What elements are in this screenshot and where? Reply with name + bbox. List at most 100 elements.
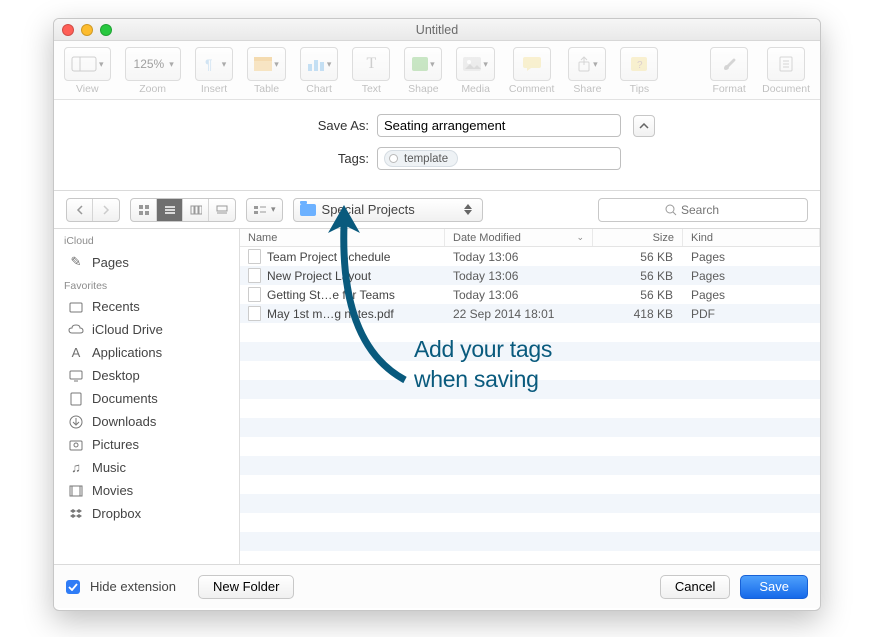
list-view-button[interactable] xyxy=(157,199,183,221)
document-button[interactable] xyxy=(767,47,805,81)
back-button[interactable] xyxy=(67,199,93,221)
comment-button[interactable] xyxy=(513,47,551,81)
view-button[interactable]: ▾ xyxy=(64,47,111,81)
media-button[interactable]: ▾ xyxy=(456,47,495,81)
file-size: 56 KB xyxy=(593,269,683,283)
save-as-label: Save As: xyxy=(219,118,369,133)
table-row xyxy=(240,380,820,399)
file-kind: Pages xyxy=(683,288,820,302)
file-name: Getting St…e for Teams xyxy=(267,288,395,302)
table-button[interactable]: ▾ xyxy=(247,47,286,81)
coverflow-view-button[interactable] xyxy=(209,199,235,221)
folder-popup[interactable]: Special Projects xyxy=(293,198,483,222)
traffic-lights xyxy=(62,24,112,36)
hide-extension-checkbox[interactable] xyxy=(66,580,80,594)
table-row xyxy=(240,551,820,564)
close-window-button[interactable] xyxy=(62,24,74,36)
sidebar-item-applications[interactable]: AApplications xyxy=(54,341,239,364)
search-field[interactable] xyxy=(598,198,808,222)
collapse-button[interactable] xyxy=(633,115,655,137)
tag-pill[interactable]: template xyxy=(384,150,458,167)
col-date[interactable]: Date Modified⌄ xyxy=(445,229,593,246)
save-button[interactable]: Save xyxy=(740,575,808,599)
sidebar-item-desktop[interactable]: Desktop xyxy=(54,364,239,387)
grouping-icon xyxy=(253,205,267,215)
format-button[interactable] xyxy=(710,47,748,81)
table-icon xyxy=(254,57,272,71)
file-size: 56 KB xyxy=(593,250,683,264)
media-label: Media xyxy=(461,83,490,95)
shape-button[interactable]: ▾ xyxy=(404,47,442,81)
zoom-button[interactable]: 125% ▾ xyxy=(125,47,181,81)
location-bar: ▾ Special Projects xyxy=(54,191,820,229)
search-icon xyxy=(665,204,677,216)
new-folder-button[interactable]: New Folder xyxy=(198,575,294,599)
sidebar-item-music[interactable]: ♫Music xyxy=(54,456,239,479)
tags-field[interactable]: template xyxy=(377,147,621,170)
file-kind: Pages xyxy=(683,269,820,283)
recents-icon xyxy=(68,300,84,314)
sidebar-item-pictures[interactable]: Pictures xyxy=(54,433,239,456)
chart-button[interactable]: ▾ xyxy=(300,47,339,81)
sidebar-item-label: Dropbox xyxy=(92,506,141,521)
text-icon: T xyxy=(366,55,376,73)
sidebar-item-label: Movies xyxy=(92,483,133,498)
sidebar-item-label: Recents xyxy=(92,299,140,314)
cancel-button[interactable]: Cancel xyxy=(660,575,730,599)
table-row xyxy=(240,342,820,361)
table-row xyxy=(240,532,820,551)
file-icon xyxy=(248,306,261,321)
icon-view-button[interactable] xyxy=(131,199,157,221)
table-row[interactable]: New Project Layout Today 13:0656 KBPages xyxy=(240,266,820,285)
save-as-input[interactable] xyxy=(384,118,614,133)
nav-back-forward xyxy=(66,198,120,222)
sidebar-item-movies[interactable]: Movies xyxy=(54,479,239,502)
table-row[interactable]: Team Project ScheduleToday 13:0656 KBPag… xyxy=(240,247,820,266)
zoom-window-button[interactable] xyxy=(100,24,112,36)
sidebar-item-label: Downloads xyxy=(92,414,156,429)
sidebar-section-icloud: iCloud xyxy=(54,229,239,250)
text-button[interactable]: T xyxy=(352,47,390,81)
sidebar-item-downloads[interactable]: Downloads xyxy=(54,410,239,433)
col-kind[interactable]: Kind xyxy=(683,229,820,246)
brush-icon xyxy=(721,56,737,72)
col-size[interactable]: Size xyxy=(593,229,683,246)
file-size: 418 KB xyxy=(593,307,683,321)
save-panel: Save As: Tags: template xyxy=(54,100,820,191)
sidebar-item-recents[interactable]: Recents xyxy=(54,295,239,318)
table-row[interactable]: Getting St…e for TeamsToday 13:0656 KBPa… xyxy=(240,285,820,304)
insert-button[interactable]: ¶ ▾ xyxy=(195,47,234,81)
table-row[interactable]: May 1st m…g notes.pdf22 Sep 2014 18:0141… xyxy=(240,304,820,323)
save-as-field[interactable] xyxy=(377,114,621,137)
column-view-button[interactable] xyxy=(183,199,209,221)
file-date: Today 13:06 xyxy=(445,269,593,283)
search-input[interactable] xyxy=(681,203,741,217)
table-row xyxy=(240,323,820,342)
table-row xyxy=(240,361,820,380)
file-name: May 1st m…g notes.pdf xyxy=(267,307,394,321)
table-row xyxy=(240,437,820,456)
forward-button[interactable] xyxy=(93,199,119,221)
col-name[interactable]: Name xyxy=(240,229,445,246)
sidebar-item-pages[interactable]: ✎Pages xyxy=(54,250,239,274)
minimize-window-button[interactable] xyxy=(81,24,93,36)
table-row xyxy=(240,513,820,532)
stepper-icon xyxy=(464,204,476,215)
table-row xyxy=(240,494,820,513)
sidebar-item-documents[interactable]: Documents xyxy=(54,387,239,410)
downloads-icon xyxy=(68,415,84,429)
share-button[interactable]: ▾ xyxy=(568,47,606,81)
zoom-label: Zoom xyxy=(139,83,166,95)
tips-button[interactable]: ? xyxy=(620,47,658,81)
file-name: Team Project Schedule xyxy=(267,250,390,264)
applications-icon: A xyxy=(68,345,84,360)
file-size: 56 KB xyxy=(593,288,683,302)
window-title: Untitled xyxy=(54,23,820,37)
comment-icon xyxy=(523,57,541,71)
shape-label: Shape xyxy=(408,83,438,95)
sidebar-item-iclouddrive[interactable]: iCloud Drive xyxy=(54,318,239,341)
sidebar-item-label: iCloud Drive xyxy=(92,322,163,337)
grouping-popup[interactable]: ▾ xyxy=(246,198,283,222)
file-name: New Project Layout xyxy=(267,269,371,283)
sidebar-item-dropbox[interactable]: Dropbox xyxy=(54,502,239,525)
